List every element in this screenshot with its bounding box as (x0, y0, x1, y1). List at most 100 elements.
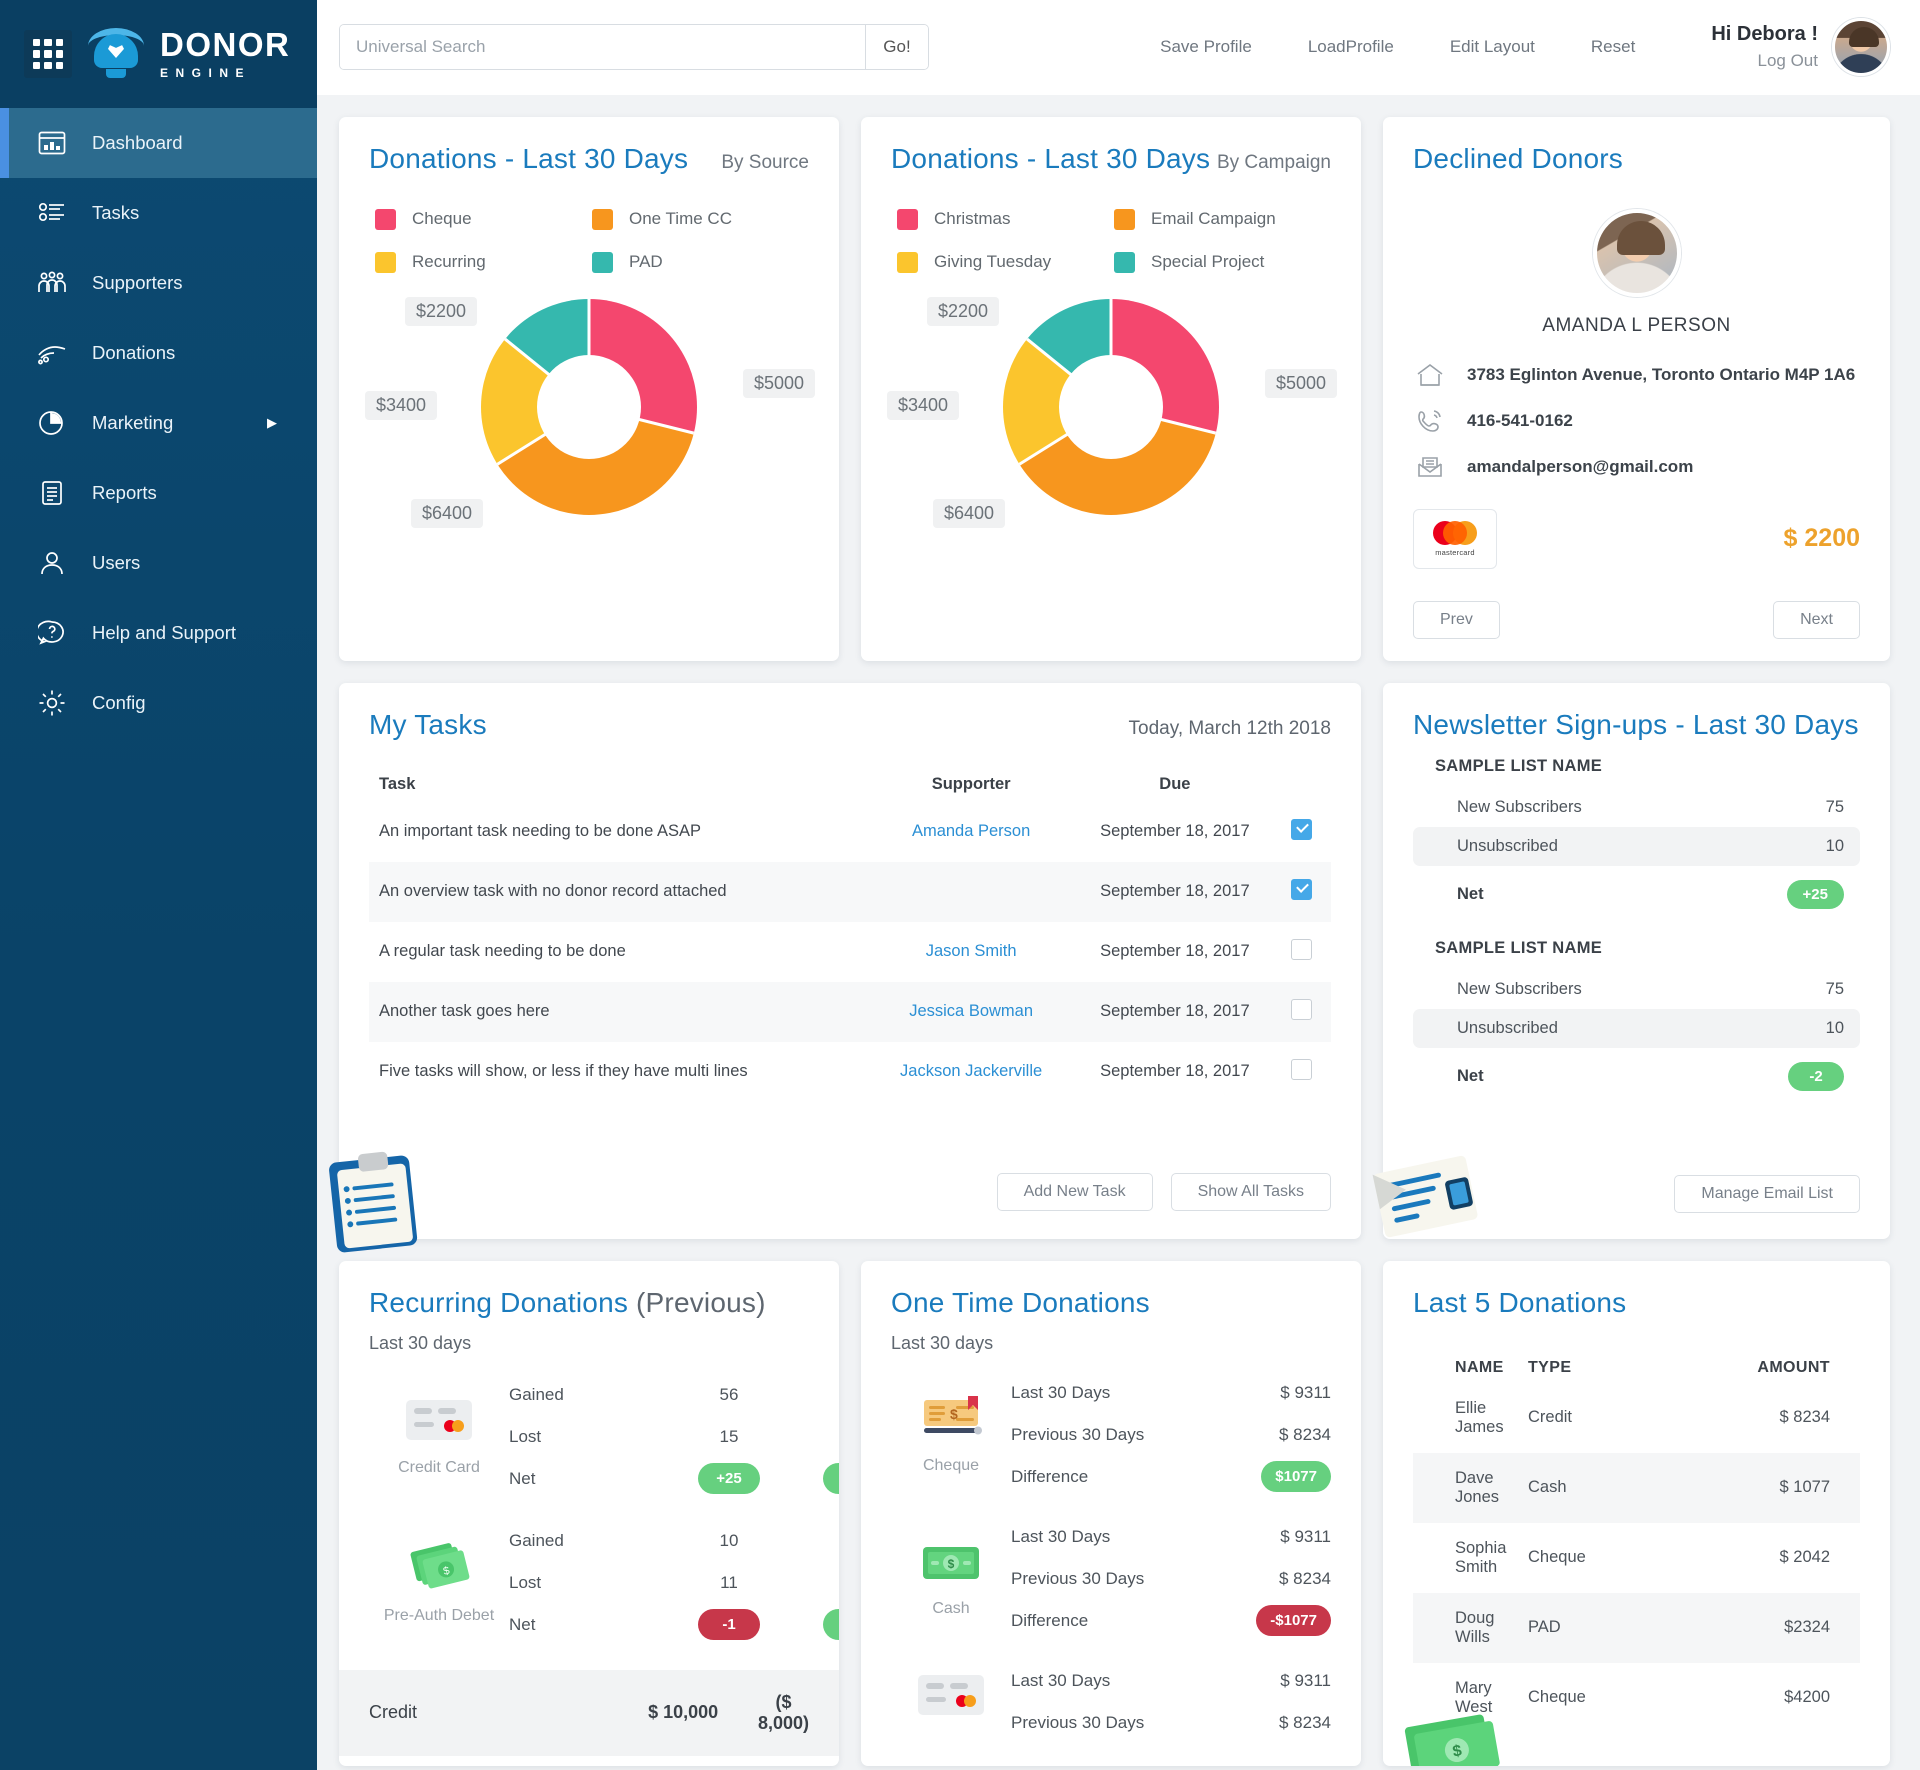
sidebar-item-marketing[interactable]: Marketing ▶ (0, 388, 317, 458)
donut-ring[interactable] (1003, 298, 1219, 515)
tasks-list-icon (34, 196, 70, 230)
list-item: Gained 10 (15) (509, 1520, 839, 1562)
donor-address-row: 3783 Eglinton Avenue, Toronto Ontario M4… (1413, 363, 1860, 387)
donut-ring[interactable] (481, 298, 697, 515)
list-name: SAMPLE LIST NAME (1435, 938, 1603, 957)
task-checkbox[interactable] (1291, 998, 1313, 1020)
sidebar-item-dashboard[interactable]: Dashboard (0, 108, 317, 178)
manage-email-list-button[interactable]: Manage Email List (1674, 1174, 1860, 1213)
table-row[interactable]: Dave Jones Cash $ 1077 (1413, 1452, 1860, 1523)
legend-item[interactable]: Special Project (1114, 251, 1331, 273)
legend-item[interactable]: Cheque (375, 208, 592, 230)
chevron-right-icon[interactable]: ▶ (267, 415, 277, 431)
supporter-link[interactable]: Jackson Jackerville (900, 1062, 1042, 1080)
list-item: Last 30 Days $ 9311 (1011, 1372, 1331, 1414)
reset-link[interactable]: Reset (1563, 37, 1663, 57)
status-badge: (43) (823, 1463, 839, 1495)
table-row[interactable]: Doug Wills PAD $2324 (1413, 1592, 1860, 1663)
card-title: Recurring Donations (Previous) (369, 1287, 809, 1319)
legend-item[interactable]: Christmas (897, 208, 1114, 230)
legend-label: Giving Tuesday (934, 252, 1052, 272)
recurring-total-row: Credit $ 10,000 ($ 8,000) (339, 1669, 839, 1756)
avatar[interactable] (1832, 18, 1890, 77)
add-new-task-button[interactable]: Add New Task (996, 1172, 1153, 1211)
row-value: $ 8234 (1279, 1712, 1331, 1732)
search-input[interactable] (340, 25, 865, 70)
sidebar-item-donations[interactable]: Donations (0, 318, 317, 388)
sidebar-item-help-and-support[interactable]: Help and Support (0, 598, 317, 668)
card-title: Last 5 Donations (1413, 1286, 1627, 1318)
legend-label: Cheque (412, 209, 472, 229)
task-checkbox[interactable] (1291, 1058, 1313, 1080)
tasks-header-row: Task Supporter Due (369, 767, 1331, 802)
donor-phone-row: 416-541-0162 (1413, 409, 1860, 433)
table-row[interactable]: An overview task with no donor record at… (369, 861, 1331, 922)
save-profile-link[interactable]: Save Profile (1132, 37, 1280, 57)
task-text: A regular task needing to be done (379, 942, 626, 961)
topbar-links: Save Profile LoadProfile Edit Layout Res… (1132, 37, 1663, 57)
logout-link[interactable]: Log Out (1711, 51, 1819, 71)
row-label: Difference (1011, 1610, 1089, 1630)
row-label: Unsubscribed (1457, 1018, 1558, 1037)
sidebar-item-tasks[interactable]: Tasks (0, 178, 317, 248)
edit-layout-link[interactable]: Edit Layout (1422, 37, 1563, 57)
sidebar-nav: Dashboard Tasks Supporters Donations Mar… (0, 108, 317, 738)
table-row[interactable]: Another task goes here Jessica Bowman Se… (369, 981, 1331, 1042)
row-label: Last 30 Days (1011, 1382, 1111, 1402)
slice-label-recurring: $3400 (365, 390, 438, 420)
giving-hand-icon (34, 336, 70, 370)
table-row[interactable]: Sophia Smith Cheque $ 2042 (1413, 1523, 1860, 1593)
load-profile-link[interactable]: LoadProfile (1280, 37, 1422, 57)
supporter-link[interactable]: Jason Smith (926, 942, 1017, 960)
legend-item[interactable]: PAD (592, 251, 809, 273)
total-current: $ 10,000 (648, 1702, 719, 1723)
show-all-tasks-button[interactable]: Show All Tasks (1170, 1172, 1331, 1211)
people-group-icon (34, 266, 70, 300)
row-label: Previous 30 Days (1011, 1424, 1145, 1444)
task-checkbox[interactable] (1291, 938, 1313, 960)
legend-item[interactable]: Email Campaign (1114, 208, 1331, 230)
dashboard-content: Donations - Last 30 Days By Source Chequ… (317, 95, 1920, 1770)
table-row[interactable]: Ellie James Credit $ 8234 (1413, 1383, 1860, 1453)
sidebar-item-users[interactable]: Users (0, 528, 317, 598)
supporter-link[interactable]: Amanda Person (912, 822, 1030, 840)
card-title: Donations - Last 30 Days (891, 142, 1211, 174)
card-donations-by-campaign: Donations - Last 30 Days By Campaign Chr… (861, 116, 1361, 661)
newsletter-group: SAMPLE LIST NAME New Subscribers 75 Unsu… (1413, 927, 1860, 1105)
donor-pager: Prev Next (1413, 600, 1860, 639)
grid-menu-icon[interactable] (24, 30, 72, 78)
sidebar-item-reports[interactable]: Reports (0, 458, 317, 528)
donor-email-row: amandalperson@gmail.com (1413, 455, 1860, 479)
table-row[interactable]: A regular task needing to be done Jason … (369, 922, 1331, 982)
legend-item[interactable]: One Time CC (592, 208, 809, 230)
donation-type: PAD (1520, 1592, 1690, 1663)
row-label: Net (509, 1614, 536, 1634)
legend-label: Special Project (1151, 252, 1265, 272)
sidebar-item-supporters[interactable]: Supporters (0, 248, 317, 318)
legend-item[interactable]: Giving Tuesday (897, 251, 1114, 273)
user-icon (34, 546, 70, 580)
universal-search[interactable]: Go! (339, 24, 929, 71)
table-row[interactable]: Five tasks will show, or less if they ha… (369, 1042, 1331, 1102)
sidebar-item-config[interactable]: Config (0, 668, 317, 738)
supporter-link[interactable]: Jessica Bowman (909, 1002, 1033, 1020)
mastercard-icon: mastercard (1413, 508, 1497, 569)
legend-item[interactable]: Recurring (375, 251, 592, 273)
task-checkbox[interactable] (1291, 878, 1313, 900)
task-checkbox[interactable] (1291, 818, 1313, 840)
row-value: 10 (1825, 836, 1844, 855)
one-time-block-credit: Last 30 Days $ 9311 Previous 30 Days $ 8… (891, 1660, 1331, 1744)
row-current: 10 (719, 1530, 739, 1550)
card-title: My Tasks (369, 708, 487, 740)
search-go-button[interactable]: Go! (865, 25, 928, 70)
row-previous: (52) (799, 1385, 840, 1405)
next-button[interactable]: Next (1773, 600, 1860, 639)
col-name: NAME (1455, 1358, 1504, 1376)
slice-label-special-project: $2200 (927, 296, 1000, 326)
list-item: Gained 56 (52) (509, 1374, 839, 1416)
card-donations-by-source: Donations - Last 30 Days By Source Chequ… (339, 116, 839, 661)
table-row[interactable]: An important task needing to be done ASA… (369, 802, 1331, 862)
donation-amount: $ 2042 (1779, 1548, 1830, 1567)
prev-button[interactable]: Prev (1413, 600, 1500, 639)
card-subtitle: By Campaign (1216, 151, 1331, 173)
